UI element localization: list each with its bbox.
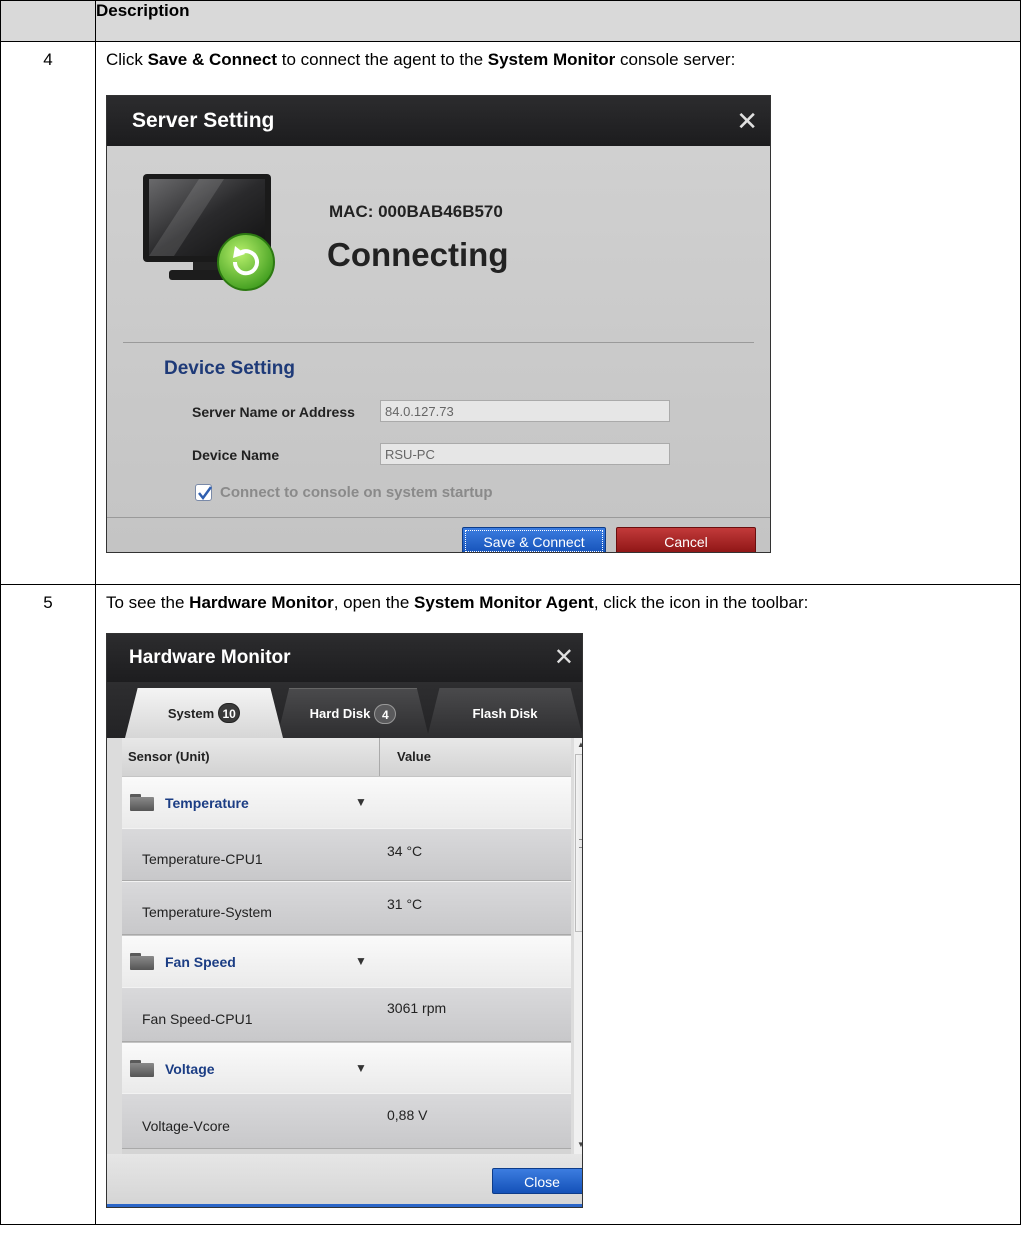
step-number: 4 bbox=[0, 41, 96, 585]
expand-caret-icon[interactable]: ▼ bbox=[355, 795, 367, 809]
divider bbox=[107, 517, 770, 518]
dialog-titlebar: Server Setting ✕ bbox=[107, 96, 770, 146]
column-divider bbox=[379, 738, 380, 776]
sensor-column-header[interactable]: Sensor (Unit) bbox=[128, 749, 210, 764]
close-button[interactable]: Close bbox=[492, 1168, 582, 1194]
group-row-fan-speed[interactable]: Fan Speed ▼ bbox=[122, 935, 571, 987]
mac-address: MAC: 000BAB46B570 bbox=[329, 202, 503, 221]
value-column-header[interactable]: Value bbox=[397, 749, 431, 764]
server-address-field[interactable]: 84.0.127.73 bbox=[380, 400, 670, 422]
sensor-value: 0,88 V bbox=[387, 1107, 428, 1123]
instruction-text: To see the bbox=[106, 593, 190, 612]
scrollbar-thumb[interactable] bbox=[575, 754, 582, 932]
instruction-bold: System Monitor bbox=[487, 50, 616, 69]
step-column-header bbox=[0, 0, 96, 42]
instruction-text: Click bbox=[106, 50, 148, 69]
sensor-name: Temperature-CPU1 bbox=[142, 851, 263, 867]
step-row-5: 5 To see the Hardware Monitor, open the … bbox=[0, 584, 1021, 1225]
dialog-title: Hardware Monitor bbox=[129, 647, 291, 668]
count-badge: 10 bbox=[218, 703, 241, 723]
description-column-header: Description bbox=[95, 0, 1021, 42]
grip-icon bbox=[579, 839, 582, 848]
tab-flash-disk[interactable]: Flash Disk bbox=[427, 688, 582, 738]
group-row-temperature[interactable]: Temperature ▼ bbox=[122, 776, 571, 828]
step-description: Click Save & Connect to connect the agen… bbox=[95, 41, 1021, 585]
dialog-body: MAC: 000BAB46B570 Connecting Device Sett… bbox=[107, 146, 770, 552]
group-name: Temperature bbox=[165, 795, 249, 811]
instruction-text: to connect the agent to the bbox=[277, 50, 488, 69]
table-row: Fan Speed-CPU1 3061 rpm bbox=[122, 987, 571, 1042]
device-setting-heading: Device Setting bbox=[164, 358, 295, 379]
step-instruction: Click Save & Connect to connect the agen… bbox=[106, 50, 735, 70]
table-header-row: Description bbox=[0, 0, 1021, 42]
expand-caret-icon[interactable]: ▼ bbox=[355, 954, 367, 968]
instruction-bold: System Monitor Agent bbox=[414, 593, 594, 612]
folder-icon bbox=[130, 1060, 154, 1077]
sensor-value: 34 °C bbox=[387, 843, 423, 859]
hardware-monitor-dialog: Hardware Monitor ✕ Flash Disk Hard Disk … bbox=[106, 633, 583, 1208]
divider bbox=[123, 342, 754, 343]
tab-hard-disk[interactable]: Hard Disk 4 bbox=[277, 688, 429, 738]
sensor-value: 3061 rpm bbox=[387, 1000, 447, 1016]
dialog-titlebar: Hardware Monitor ✕ bbox=[107, 634, 582, 682]
dialog-bottom-bar bbox=[107, 1204, 582, 1207]
step-description: To see the Hardware Monitor, open the Sy… bbox=[95, 584, 1021, 1225]
tab-label: System bbox=[167, 705, 215, 721]
tab-system[interactable]: System 10 bbox=[125, 688, 283, 738]
tab-label: Hard Disk bbox=[309, 706, 371, 721]
group-name: Fan Speed bbox=[165, 954, 236, 970]
procedure-table: Description 4 Click Save & Connect to co… bbox=[0, 0, 1021, 1225]
sensor-value: 31 °C bbox=[387, 896, 423, 912]
cancel-button[interactable]: Cancel bbox=[616, 527, 756, 552]
server-address-label: Server Name or Address bbox=[192, 404, 355, 420]
checkmark-icon bbox=[198, 486, 213, 501]
group-row-voltage[interactable]: Voltage ▼ bbox=[122, 1042, 571, 1093]
instruction-bold: Hardware Monitor bbox=[189, 593, 334, 612]
tab-label: Flash Disk bbox=[472, 705, 538, 721]
table-row: Temperature-CPU1 34 °C bbox=[122, 828, 571, 881]
connection-status: Connecting bbox=[327, 236, 509, 273]
startup-checkbox[interactable] bbox=[195, 484, 213, 501]
step-instruction: To see the Hardware Monitor, open the Sy… bbox=[106, 593, 808, 613]
sensor-grid: Sensor (Unit) Value Temperature ▼ Temper… bbox=[122, 738, 571, 1154]
count-badge: 4 bbox=[374, 703, 397, 724]
grid-header: Sensor (Unit) Value bbox=[122, 738, 571, 777]
instruction-bold: Save & Connect bbox=[147, 50, 277, 69]
table-row: Voltage-Vcore 0,88 V bbox=[122, 1093, 571, 1149]
instruction-text: , click the icon in the toolbar: bbox=[593, 593, 809, 612]
monitor-sync-icon bbox=[143, 174, 275, 291]
scroll-up-arrow-icon[interactable]: ▲ bbox=[574, 738, 582, 752]
device-name-field[interactable]: RSU-PC bbox=[380, 443, 670, 465]
step-row-4: 4 Click Save & Connect to connect the ag… bbox=[0, 41, 1021, 585]
save-connect-button[interactable]: Save & Connect bbox=[462, 527, 606, 552]
folder-icon bbox=[130, 953, 154, 970]
instruction-text: , open the bbox=[333, 593, 415, 612]
device-name-label: Device Name bbox=[192, 447, 280, 463]
sensor-name: Fan Speed-CPU1 bbox=[142, 1011, 253, 1027]
table-row: Temperature-System 31 °C bbox=[122, 881, 571, 935]
dialog-title: Server Setting bbox=[132, 109, 275, 132]
instruction-text: console server: bbox=[615, 50, 736, 69]
dialog-footer: Close bbox=[107, 1154, 582, 1207]
folder-icon bbox=[130, 794, 154, 811]
sensor-name: Voltage-Vcore bbox=[142, 1118, 230, 1134]
server-setting-dialog: Server Setting ✕ MAC: 000BAB46B570 Conne… bbox=[106, 95, 771, 553]
group-name: Voltage bbox=[165, 1061, 215, 1077]
expand-caret-icon[interactable]: ▼ bbox=[355, 1061, 367, 1075]
scroll-down-arrow-icon[interactable]: ▼ bbox=[574, 1138, 582, 1152]
sensor-name: Temperature-System bbox=[142, 904, 272, 920]
step-number: 5 bbox=[0, 584, 96, 1225]
document-page: Description 4 Click Save & Connect to co… bbox=[0, 0, 1023, 1248]
close-icon[interactable]: ✕ bbox=[554, 634, 574, 682]
vertical-scrollbar[interactable]: ▲ ▼ bbox=[574, 738, 582, 1154]
close-icon[interactable]: ✕ bbox=[736, 96, 758, 146]
startup-checkbox-label: Connect to console on system startup bbox=[220, 484, 493, 501]
tab-bar: Flash Disk Hard Disk 4 System 10 bbox=[107, 682, 582, 738]
